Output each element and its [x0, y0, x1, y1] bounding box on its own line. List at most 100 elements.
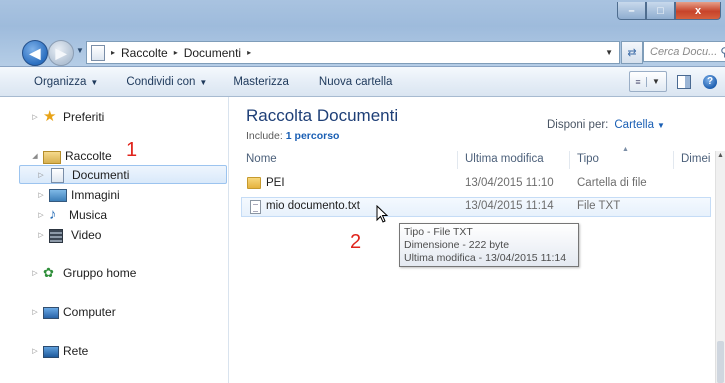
recent-pages-chevron-icon[interactable]: ▼	[76, 46, 84, 55]
include-locations-link[interactable]: 1 percorso	[286, 130, 340, 142]
breadcrumb-documenti[interactable]: Documenti	[184, 46, 241, 60]
share-with-button[interactable]: Condividi con ▼	[126, 76, 207, 88]
breadcrumb-separator-icon[interactable]: ▸	[174, 48, 178, 57]
documents-icon	[51, 167, 64, 183]
tooltip-size: Dimensione - 222 byte	[404, 239, 510, 251]
file-type: File TXT	[577, 200, 621, 212]
address-bar[interactable]: ▸ Raccolte ▸ Documenti ▸ ▼	[86, 41, 620, 64]
share-with-label: Condividi con	[126, 75, 196, 88]
arrange-label: Disponi per:	[547, 119, 609, 131]
chevron-down-icon[interactable]: ▼	[657, 121, 665, 130]
breadcrumb-separator-icon[interactable]: ▸	[247, 48, 251, 57]
nav-item-favorites[interactable]: ▷ ★ Preferiti	[30, 107, 104, 127]
search-placeholder: Cerca Docu...	[650, 45, 718, 58]
burn-button[interactable]: Masterizza	[233, 76, 289, 88]
nav-item-documenti[interactable]: ▷ Documenti	[36, 165, 129, 185]
nav-item-label: Raccolte	[65, 149, 112, 163]
star-icon: ★	[43, 108, 57, 125]
change-view-button[interactable]: ≡ ▼	[629, 71, 667, 92]
content-pane: Raccolta Documenti Include: 1 percorso Di…	[229, 97, 725, 383]
nav-item-homegroup[interactable]: ▷ ✿ Gruppo home	[30, 263, 136, 283]
window-controls: – □ x	[617, 2, 721, 20]
nav-item-network[interactable]: ▷ Rete	[30, 341, 88, 361]
annotation-number-2: 2	[350, 231, 362, 253]
help-icon[interactable]: ?	[703, 74, 717, 89]
column-header-type[interactable]: Tipo	[577, 153, 599, 165]
nav-item-musica[interactable]: ▷ ♪ Musica	[36, 205, 107, 225]
tooltip-modified: Ultima modifica - 13/04/2015 11:14	[404, 252, 567, 264]
refresh-button[interactable]: ⇄	[621, 41, 643, 64]
arrange-by-dropdown[interactable]: Cartella	[614, 119, 654, 131]
vertical-scrollbar[interactable]: ▲	[715, 151, 725, 383]
breadcrumb-raccolte[interactable]: Raccolte	[121, 46, 168, 60]
expand-triangle-icon[interactable]: ▷	[30, 308, 40, 316]
network-icon	[43, 345, 59, 358]
collapse-triangle-icon[interactable]: ◢	[30, 152, 40, 160]
file-row[interactable]: PEI 13/04/2015 11:10 Cartella di file	[241, 174, 711, 194]
breadcrumb-separator-icon[interactable]: ▸	[111, 48, 115, 57]
maximize-button[interactable]: □	[646, 2, 675, 20]
nav-item-label: Video	[71, 228, 102, 242]
nav-item-libraries[interactable]: ◢ Raccolte	[30, 146, 112, 166]
address-dropdown-icon[interactable]: ▼	[605, 48, 613, 57]
forward-button[interactable]: ▶	[48, 40, 74, 66]
expand-triangle-icon[interactable]: ▷	[30, 113, 40, 121]
column-divider[interactable]	[673, 151, 674, 169]
file-row[interactable]: mio documento.txt 13/04/2015 11:14 File …	[241, 197, 711, 217]
organize-button[interactable]: Organizza ▼	[34, 76, 98, 88]
expand-triangle-icon[interactable]: ▷	[36, 231, 46, 239]
navigation-pane: ▷ ★ Preferiti ◢ Raccolte ▷ Documenti ▷ I…	[0, 97, 229, 383]
close-button[interactable]: x	[675, 2, 721, 20]
new-folder-button[interactable]: Nuova cartella	[319, 76, 393, 88]
nav-item-label: Immagini	[71, 188, 120, 202]
minimize-button[interactable]: –	[617, 2, 646, 20]
nav-item-label: Rete	[63, 344, 89, 358]
search-input[interactable]: Cerca Docu... ⚲	[643, 41, 725, 62]
nav-item-video[interactable]: ▷ Video	[36, 225, 101, 245]
folder-icon	[247, 177, 261, 189]
tooltip-type: Tipo - File TXT	[404, 226, 473, 238]
nav-item-label: Computer	[63, 305, 116, 319]
homegroup-icon: ✿	[43, 265, 54, 280]
nav-item-label: Preferiti	[63, 110, 105, 124]
scrollbar-thumb[interactable]	[717, 341, 724, 383]
expand-triangle-icon[interactable]: ▷	[36, 171, 46, 179]
command-bar: Organizza ▼ Condividi con ▼ Masterizza Nuo…	[0, 67, 725, 97]
sort-ascending-icon: ▲	[622, 146, 629, 153]
nav-item-label: Documenti	[72, 168, 130, 182]
back-button[interactable]: ◀	[22, 40, 48, 66]
window-frame: – □ x ◀ ▶ ▼ ▸ Raccolte ▸ Documenti ▸ ▼ ⇄…	[0, 0, 725, 67]
column-divider[interactable]	[457, 151, 458, 169]
include-label: Include:	[246, 130, 283, 142]
details-view-icon: ≡	[630, 76, 647, 87]
expand-triangle-icon[interactable]: ▷	[36, 211, 46, 219]
arrange-by: Disponi per: Cartella ▼	[547, 119, 665, 131]
mouse-pointer-icon	[376, 205, 389, 223]
expand-triangle-icon[interactable]: ▷	[30, 347, 40, 355]
nav-item-label: Gruppo home	[63, 266, 137, 280]
nav-item-immagini[interactable]: ▷ Immagini	[36, 185, 120, 205]
nav-item-label: Musica	[69, 208, 108, 222]
nav-item-computer[interactable]: ▷ Computer	[30, 302, 116, 322]
column-header-size[interactable]: Dimei	[681, 153, 710, 165]
chevron-down-icon[interactable]: ▼	[647, 77, 665, 86]
file-modified: 13/04/2015 11:10	[465, 177, 554, 189]
search-icon[interactable]: ⚲	[720, 45, 725, 59]
chevron-down-icon: ▼	[90, 77, 99, 87]
music-note-icon: ♪	[49, 206, 57, 223]
library-document-icon	[91, 44, 105, 61]
expand-triangle-icon[interactable]: ▷	[30, 269, 40, 277]
view-controls: ≡ ▼ ?	[629, 71, 717, 92]
video-film-icon	[49, 228, 63, 243]
preview-pane-icon[interactable]	[677, 74, 691, 89]
column-header-name[interactable]: Nome	[246, 153, 277, 165]
organize-label: Organizza	[34, 75, 87, 88]
scroll-up-icon[interactable]: ▲	[717, 152, 724, 159]
file-modified: 13/04/2015 11:14	[465, 200, 554, 212]
column-divider[interactable]	[569, 151, 570, 169]
expand-triangle-icon[interactable]: ▷	[36, 191, 46, 199]
library-include: Include: 1 percorso	[246, 130, 339, 142]
column-header-modified[interactable]: Ultima modifica	[465, 153, 544, 165]
pictures-icon	[49, 189, 67, 202]
file-name: PEI	[266, 177, 285, 189]
